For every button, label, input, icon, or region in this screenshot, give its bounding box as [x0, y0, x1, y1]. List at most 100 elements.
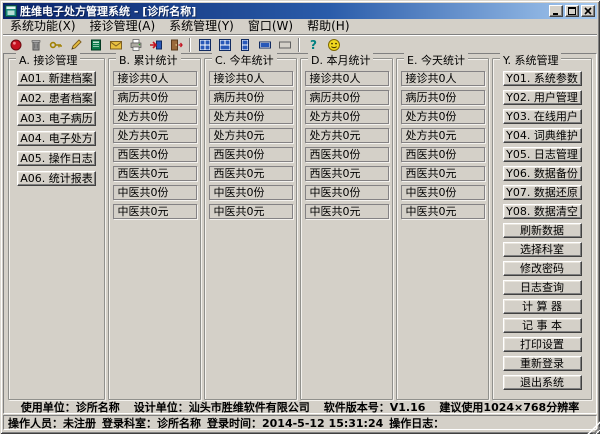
help-button[interactable]: ?	[304, 37, 323, 53]
maximize-icon	[568, 7, 576, 15]
stat-field: 接诊共0人	[112, 71, 197, 86]
tile-horizontal-button[interactable]	[255, 37, 274, 53]
button-electronic-prescription[interactable]: A04. 电子处方	[17, 131, 96, 146]
button-notepad[interactable]: 记 事 本	[502, 318, 582, 333]
menubar: 系统功能(X) 接诊管理(A) 系统管理(Y) 窗口(W) 帮助(H)	[3, 19, 597, 34]
prescription-icon	[109, 40, 122, 49]
button-statistics-report[interactable]: A06. 统计报表	[17, 171, 96, 186]
new-record-button[interactable]	[6, 37, 25, 53]
button-user-management[interactable]: Y02. 用户管理	[502, 90, 582, 105]
close-button[interactable]	[581, 5, 595, 17]
status-operation-log: 操作日志：	[389, 416, 445, 430]
cascade-windows-button[interactable]	[215, 37, 234, 53]
stat-field: 处方共0份	[304, 109, 389, 124]
button-calculator[interactable]: 计 算 器	[502, 299, 582, 314]
button-operation-log[interactable]: A05. 操作日志	[17, 151, 96, 166]
app-icon	[5, 5, 17, 17]
resize-grip[interactable]	[587, 421, 600, 434]
stat-field: 接诊共0人	[208, 71, 293, 86]
stat-field: 西医共0元	[208, 166, 293, 181]
minimize-all-icon	[278, 41, 291, 48]
toolbar: ?	[3, 34, 597, 53]
stat-field: 西医共0份	[400, 147, 485, 162]
menu-reception-management[interactable]: 接诊管理(A)	[83, 19, 163, 34]
archive-icon	[31, 39, 40, 50]
group-month-stats: D. 本月统计 接诊共0人 病历共0份 处方共0份 处方共0元 西医共0份 西医…	[300, 52, 393, 400]
button-relogin[interactable]: 重新登录	[502, 356, 582, 371]
button-patient-archive[interactable]: A02. 患者档案	[17, 91, 96, 106]
menu-system-functions[interactable]: 系统功能(X)	[3, 19, 83, 34]
button-data-clear[interactable]: Y08. 数据清空	[502, 204, 582, 219]
edit-icon	[70, 38, 82, 50]
tile-horizontal-icon	[258, 41, 271, 48]
minimize-icon	[553, 13, 558, 15]
minimize-all-button[interactable]	[275, 37, 294, 53]
stat-field: 中医共0元	[208, 204, 293, 219]
tile-windows-button[interactable]	[195, 37, 214, 53]
button-data-restore[interactable]: Y07. 数据还原	[502, 185, 582, 200]
group-title: E. 今天统计	[404, 52, 468, 68]
exit-button[interactable]	[166, 37, 185, 53]
statusbar: 操作人员：未注册 登录科室：诊所名称 登录时间：2014-5-12 15:31:…	[3, 415, 597, 430]
stat-field: 西医共0元	[304, 166, 389, 181]
about-button[interactable]	[324, 37, 343, 53]
button-online-users[interactable]: Y03. 在线用户	[502, 109, 582, 124]
stat-field: 处方共0元	[304, 128, 389, 143]
group-title: C. 今年统计	[212, 52, 277, 68]
button-select-department[interactable]: 选择科室	[502, 242, 582, 257]
tile-vertical-button[interactable]	[235, 37, 254, 53]
button-data-backup[interactable]: Y06. 数据备份	[502, 166, 582, 181]
print-button[interactable]	[126, 37, 145, 53]
button-log-query[interactable]: 日志查询	[502, 280, 582, 295]
stat-field: 西医共0份	[112, 147, 197, 162]
stat-field: 处方共0份	[208, 109, 293, 124]
export-data-button[interactable]	[146, 37, 165, 53]
button-electronic-medical-record[interactable]: A03. 电子病历	[17, 111, 96, 126]
archive-button[interactable]	[26, 37, 45, 53]
app-window: 胜维电子处方管理系统 - [诊所名称] 系统功能(X) 接诊管理(A) 系统管理…	[0, 0, 600, 434]
button-print-settings[interactable]: 打印设置	[502, 337, 582, 352]
mdi-client-area: A. 接诊管理 A01. 新建档案 A02. 患者档案 A03. 电子病历 A0…	[3, 52, 597, 414]
stat-field: 处方共0元	[400, 128, 485, 143]
maximize-button[interactable]	[565, 5, 579, 17]
group-title: A. 接诊管理	[16, 52, 81, 68]
stat-field: 处方共0元	[208, 128, 293, 143]
group-title: B. 累计统计	[116, 52, 181, 68]
button-log-management[interactable]: Y05. 日志管理	[502, 147, 582, 162]
stat-field: 病历共0份	[112, 90, 197, 105]
stat-field: 中医共0元	[112, 204, 197, 219]
button-system-parameters[interactable]: Y01. 系统参数	[502, 71, 582, 86]
medical-record-button[interactable]	[86, 37, 105, 53]
help-icon: ?	[310, 37, 317, 52]
minimize-button[interactable]	[549, 5, 563, 17]
stat-field: 中医共0元	[304, 204, 389, 219]
titlebar: 胜维电子处方管理系统 - [诊所名称]	[3, 3, 597, 19]
footer-design-unit: 设计单位：汕头市胜维软件有限公司	[133, 401, 310, 414]
group-today-stats: E. 今天统计 接诊共0人 病历共0份 处方共0份 处方共0元 西医共0份 西医…	[396, 52, 489, 400]
status-operator: 操作人员：未注册	[8, 416, 96, 430]
footer-resolution-hint: 建议使用1024×768分辨率	[439, 401, 580, 414]
tile-vertical-icon	[240, 38, 249, 51]
button-new-archive[interactable]: A01. 新建档案	[17, 71, 96, 86]
export-data-icon	[149, 40, 162, 49]
button-refresh-data[interactable]: 刷新数据	[502, 223, 582, 238]
menu-window[interactable]: 窗口(W)	[241, 19, 300, 34]
smiley-icon	[327, 38, 340, 51]
prescription-button[interactable]	[106, 37, 125, 53]
footer-info: 使用单位：诊所名称 设计单位：汕头市胜维软件有限公司 软件版本号：V1.16 建议使用…	[4, 399, 596, 414]
stat-field: 西医共0元	[400, 166, 485, 181]
stat-field: 西医共0份	[208, 147, 293, 162]
edit-button[interactable]	[66, 37, 85, 53]
status-login-department: 登录科室：诊所名称	[102, 416, 201, 430]
menu-system-management[interactable]: 系统管理(Y)	[162, 19, 241, 34]
key-button[interactable]	[46, 37, 65, 53]
menu-help[interactable]: 帮助(H)	[300, 19, 356, 34]
stat-field: 接诊共0人	[304, 71, 389, 86]
stat-field: 处方共0元	[112, 128, 197, 143]
button-change-password[interactable]: 修改密码	[502, 261, 582, 276]
button-dictionary-maintenance[interactable]: Y04. 词典维护	[502, 128, 582, 143]
toolbar-separator	[189, 37, 191, 52]
button-exit-system[interactable]: 退出系统	[502, 375, 582, 390]
group-system-management: Y. 系统管理 Y01. 系统参数 Y02. 用户管理 Y03. 在线用户 Y0…	[492, 52, 592, 400]
group-title: Y. 系统管理	[500, 52, 562, 68]
